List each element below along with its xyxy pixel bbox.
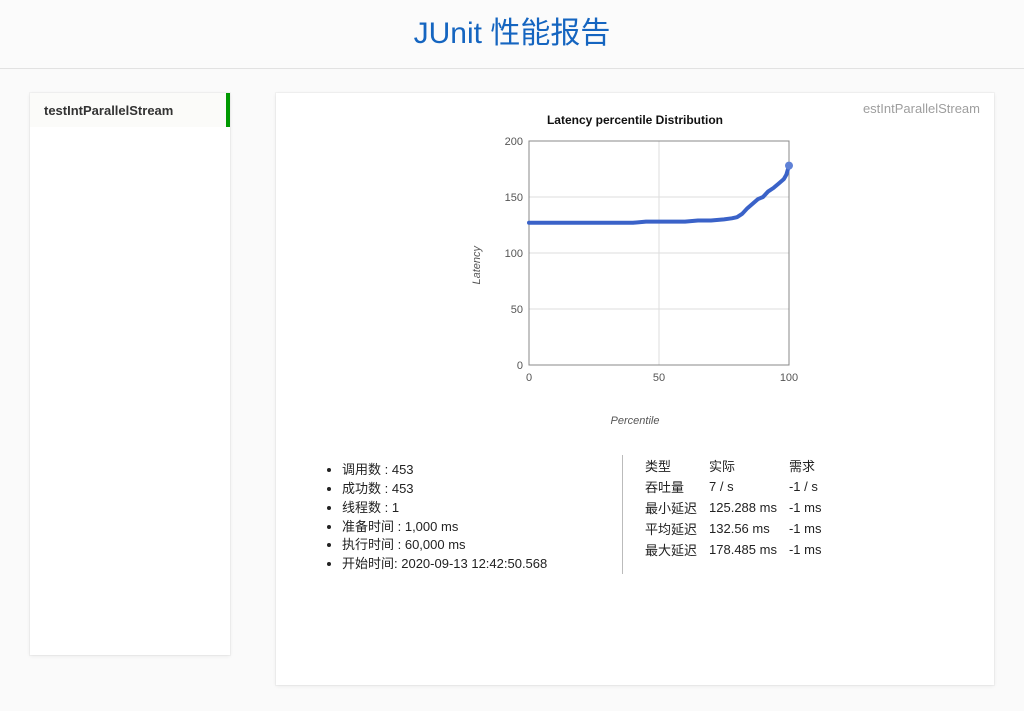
stat-left-item: 调用数 : 453 (342, 461, 622, 480)
stat-right-cell: 最大延迟 (645, 539, 709, 560)
svg-text:0: 0 (526, 372, 532, 384)
title-english: JUnit (414, 17, 482, 50)
stat-right-cell: -1 ms (789, 497, 834, 518)
chart: Latency percentile Distribution Latency … (425, 113, 845, 427)
stat-left-item: 线程数 : 1 (342, 499, 622, 518)
stat-left-item: 开始时间: 2020-09-13 12:42:50.568 (342, 555, 622, 574)
stat-right-cell: -1 / s (789, 476, 834, 497)
stat-left-value: 1 (392, 500, 399, 515)
svg-text:200: 200 (505, 136, 523, 148)
stats-section: 调用数 : 453成功数 : 453线程数 : 1准备时间 : 1,000 ms… (292, 455, 978, 574)
sidebar: testIntParallelStream (30, 93, 230, 655)
stat-left-label: 成功数 : (342, 481, 392, 496)
stat-left-label: 线程数 : (342, 500, 392, 515)
stat-right-cell: 最小延迟 (645, 497, 709, 518)
svg-text:150: 150 (505, 192, 523, 204)
chart-xlabel: Percentile (425, 415, 845, 427)
stat-left-value: 2020-09-13 12:42:50.568 (401, 556, 547, 571)
stat-left-label: 准备时间 : (342, 519, 405, 534)
stats-left: 调用数 : 453成功数 : 453线程数 : 1准备时间 : 1,000 ms… (292, 455, 622, 574)
stat-right-cell: 吞吐量 (645, 476, 709, 497)
stats-divider (622, 455, 623, 574)
sidebar-item-test[interactable]: testIntParallelStream (30, 93, 230, 127)
svg-text:100: 100 (780, 372, 798, 384)
stat-right-header: 类型 (645, 455, 709, 476)
stat-left-label: 开始时间: (342, 556, 401, 571)
stat-right-cell: 7 / s (709, 476, 789, 497)
svg-text:50: 50 (653, 372, 665, 384)
stat-right-row: 吞吐量7 / s-1 / s (645, 476, 833, 497)
stat-left-value: 1,000 ms (405, 519, 458, 534)
chart-ylabel: Latency (471, 246, 483, 285)
breadcrumb: estIntParallelStream (863, 101, 980, 116)
svg-text:100: 100 (505, 248, 523, 260)
stat-left-item: 执行时间 : 60,000 ms (342, 536, 622, 555)
stat-right-header: 需求 (789, 455, 834, 476)
stat-right-cell: 平均延迟 (645, 518, 709, 539)
stat-right-cell: 125.288 ms (709, 497, 789, 518)
stat-right-row: 最大延迟178.485 ms-1 ms (645, 539, 833, 560)
chart-plot: 0 50 100 150 200 0 50 100 (489, 135, 799, 395)
stat-right-row: 平均延迟132.56 ms-1 ms (645, 518, 833, 539)
stat-right-cell: -1 ms (789, 539, 834, 560)
stats-right: 类型实际需求吞吐量7 / s-1 / s最小延迟125.288 ms-1 ms平… (645, 455, 833, 574)
svg-text:0: 0 (517, 360, 523, 372)
stat-right-header: 实际 (709, 455, 789, 476)
stat-left-label: 调用数 : (342, 462, 392, 477)
stat-left-label: 执行时间 : (342, 537, 405, 552)
stat-right-cell: 132.56 ms (709, 518, 789, 539)
stat-left-item: 成功数 : 453 (342, 480, 622, 499)
stat-right-cell: -1 ms (789, 518, 834, 539)
report-panel: estIntParallelStream Latency percentile … (276, 93, 994, 685)
stat-left-value: 453 (392, 481, 414, 496)
page-title: JUnit 性能报告 (0, 0, 1024, 69)
stat-left-item: 准备时间 : 1,000 ms (342, 518, 622, 537)
title-chinese: 性能报告 (482, 17, 610, 50)
stat-left-value: 453 (392, 462, 414, 477)
chart-title: Latency percentile Distribution (425, 113, 845, 127)
stat-right-row: 最小延迟125.288 ms-1 ms (645, 497, 833, 518)
svg-text:50: 50 (511, 304, 523, 316)
sidebar-item-label: testIntParallelStream (44, 103, 173, 118)
stat-right-cell: 178.485 ms (709, 539, 789, 560)
stat-left-value: 60,000 ms (405, 537, 466, 552)
